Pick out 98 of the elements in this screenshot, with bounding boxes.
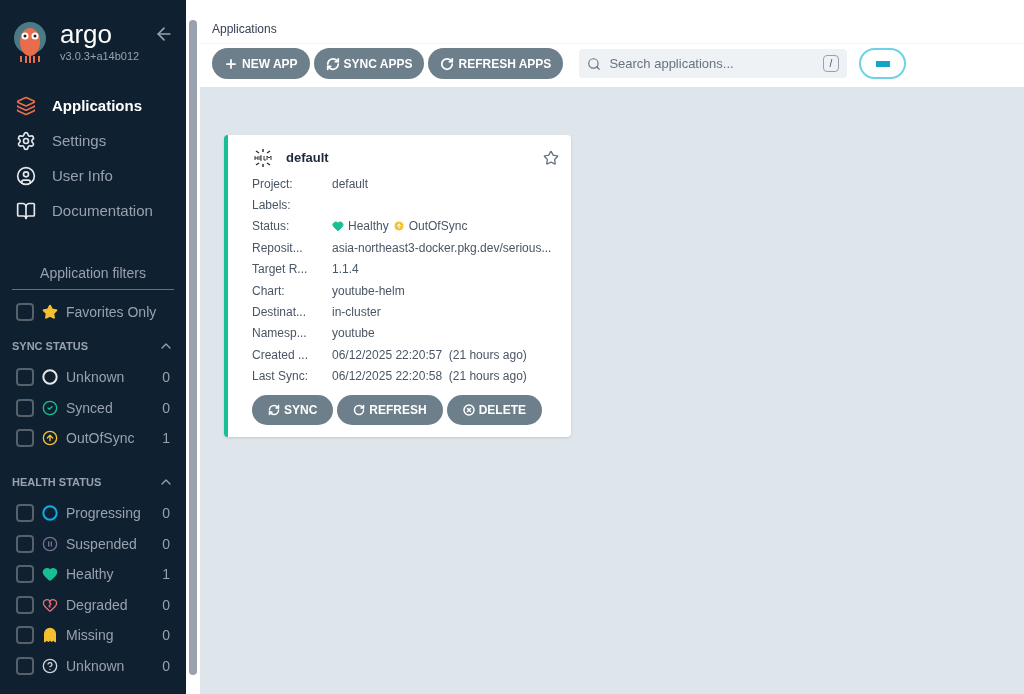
nav-item[interactable]: Applications bbox=[0, 88, 186, 124]
filter-label: Unknown bbox=[66, 656, 125, 676]
checkbox[interactable] bbox=[16, 368, 34, 387]
nav-item[interactable]: Documentation bbox=[0, 193, 186, 229]
tiles-icon bbox=[875, 60, 890, 67]
field-label: Status: bbox=[252, 218, 291, 235]
field-value: youtube-helm bbox=[332, 282, 405, 299]
filter-label: OutOfSync bbox=[66, 429, 135, 449]
app-card[interactable] bbox=[224, 135, 571, 437]
broken-heart-icon bbox=[42, 596, 58, 613]
plus-icon bbox=[224, 56, 238, 71]
progress-circle-icon bbox=[42, 505, 58, 522]
toolbar-button[interactable]: NEW APP bbox=[212, 48, 310, 79]
checkbox[interactable] bbox=[16, 534, 34, 553]
card-button[interactable]: REFRESH bbox=[337, 394, 443, 425]
filter-label: Suspended bbox=[66, 534, 137, 554]
book-icon bbox=[16, 201, 36, 221]
sync-icon bbox=[325, 56, 340, 71]
filter-label: Missing bbox=[66, 626, 114, 646]
star-icon bbox=[42, 303, 58, 320]
filter-label: Degraded bbox=[66, 595, 128, 615]
toolbar-button[interactable]: SYNC APPS bbox=[313, 48, 425, 79]
logo-text: argo bbox=[60, 20, 114, 48]
view-toggle-button[interactable] bbox=[859, 48, 907, 79]
sync-status: OutOfSync bbox=[408, 218, 468, 235]
layers-icon bbox=[16, 96, 36, 116]
heart-icon bbox=[42, 566, 58, 583]
filter-label: Unknown bbox=[66, 368, 125, 388]
status-circle-icon bbox=[42, 369, 58, 386]
version-text: v3.0.3+a14b012 bbox=[60, 49, 140, 64]
group-title: HEALTH STATUS bbox=[12, 474, 102, 490]
field-value: default bbox=[332, 175, 369, 192]
heart-icon bbox=[332, 220, 344, 233]
field-value: asia-northeast3-docker.pkg.dev/serious... bbox=[332, 239, 552, 256]
filters-title: Application filters bbox=[40, 264, 146, 281]
field-value: in-cluster bbox=[332, 304, 381, 321]
checkbox[interactable] bbox=[16, 565, 34, 584]
filter-count: 0 bbox=[162, 368, 170, 388]
field-label: Labels: bbox=[252, 197, 292, 214]
field-value: 1.1.4 bbox=[332, 261, 359, 278]
helm-logo-icon bbox=[252, 147, 274, 169]
field-value: 06/12/2025 22:20:58 (21 hours ago) bbox=[332, 368, 527, 385]
search-field[interactable]: Search applications... / bbox=[579, 49, 848, 78]
filter-count: 0 bbox=[162, 504, 170, 524]
nav-item[interactable]: User Info bbox=[0, 158, 186, 194]
group-title: SYNC STATUS bbox=[12, 338, 88, 354]
checkbox[interactable] bbox=[16, 656, 34, 675]
nav-item[interactable]: Settings bbox=[0, 123, 186, 159]
card-button[interactable]: SYNC bbox=[252, 394, 334, 425]
filter-label: Progressing bbox=[66, 504, 141, 524]
pause-circle-icon bbox=[42, 535, 58, 552]
ghost-icon bbox=[42, 627, 58, 644]
field-label: Chart: bbox=[252, 282, 286, 299]
gears-icon bbox=[16, 131, 36, 151]
field-value: youtube bbox=[332, 325, 375, 342]
filter-count: 1 bbox=[162, 565, 170, 585]
toolbar-button[interactable]: REFRESH APPS bbox=[428, 48, 564, 79]
checkbox[interactable] bbox=[16, 595, 34, 614]
checkbox[interactable] bbox=[16, 626, 34, 645]
filter-count: 0 bbox=[162, 626, 170, 646]
filter-label: Synced bbox=[66, 398, 113, 418]
filter-count: 0 bbox=[162, 398, 170, 418]
user-icon bbox=[16, 166, 36, 186]
filter-count: 0 bbox=[162, 534, 170, 554]
delete-icon bbox=[462, 403, 475, 416]
checkbox[interactable] bbox=[16, 429, 34, 448]
filter-count: 0 bbox=[162, 595, 170, 615]
question-circle-icon bbox=[42, 657, 58, 674]
search-input[interactable]: Search applications... bbox=[609, 53, 815, 74]
app-name[interactable]: default bbox=[286, 148, 329, 168]
filter-label: Favorites Only bbox=[66, 302, 157, 322]
field-label: Namesp... bbox=[252, 325, 308, 342]
field-label: Target R... bbox=[252, 261, 309, 278]
checkbox[interactable] bbox=[16, 302, 34, 321]
page-title: Applications bbox=[212, 22, 277, 36]
filter-label: Healthy bbox=[66, 565, 114, 585]
check-circle-icon bbox=[42, 399, 58, 416]
field-value: 06/12/2025 22:20:57 (21 hours ago) bbox=[332, 346, 527, 363]
filter-count: 0 bbox=[162, 656, 170, 676]
health-status: Healthy bbox=[348, 218, 389, 235]
checkbox[interactable] bbox=[16, 504, 34, 523]
octopus-logo-icon bbox=[12, 20, 48, 64]
arrow-up-circle-icon bbox=[42, 430, 58, 447]
search-icon bbox=[587, 56, 602, 71]
arrow-up-circle-icon bbox=[392, 220, 405, 233]
field-label: Created ... bbox=[252, 346, 310, 363]
sync-icon bbox=[268, 403, 280, 416]
field-label: Project: bbox=[252, 175, 294, 192]
field-label: Destinat... bbox=[252, 304, 308, 321]
refresh-icon bbox=[440, 56, 455, 71]
checkbox[interactable] bbox=[16, 398, 34, 417]
field-label: Last Sync: bbox=[252, 368, 310, 385]
shortcut-key: / bbox=[822, 55, 840, 72]
filter-count: 1 bbox=[162, 429, 170, 449]
refresh-icon bbox=[353, 403, 366, 416]
favorite-star-icon[interactable] bbox=[543, 150, 559, 166]
card-button[interactable]: DELETE bbox=[446, 394, 543, 425]
field-label: Reposit... bbox=[252, 239, 304, 256]
